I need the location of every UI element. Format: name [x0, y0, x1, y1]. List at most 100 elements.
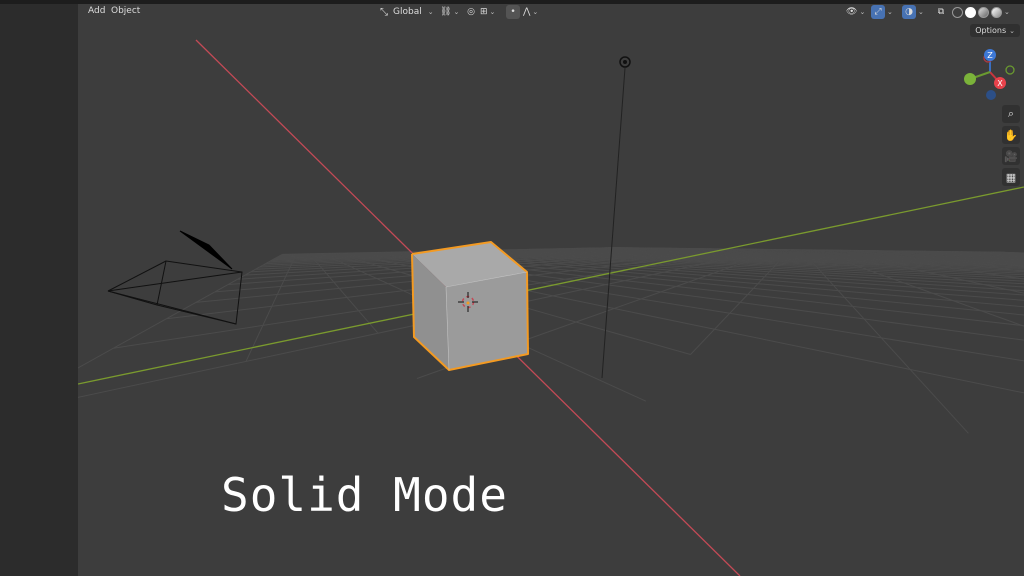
grid-line	[622, 252, 631, 255]
grid-line	[876, 253, 882, 255]
gizmo-toggle-icon: ⤢	[871, 5, 885, 19]
grid-line	[245, 306, 273, 362]
camera-object[interactable]	[107, 230, 243, 325]
grid-line	[904, 254, 912, 256]
grid-line	[783, 255, 785, 258]
grid-line	[931, 253, 940, 255]
grid-line	[977, 252, 988, 255]
pivot-point-icon: ⛓	[440, 7, 452, 17]
falloff-curve-icon: ⋀	[523, 7, 531, 17]
grid-line	[903, 252, 910, 254]
x-axis-label: X	[997, 79, 1003, 88]
grid-line	[881, 253, 887, 256]
grid-line	[939, 253, 948, 256]
navigation-gizmo[interactable]: Z X	[958, 46, 1022, 104]
chevron-down-icon: ⌄	[532, 8, 539, 16]
snap-target-dropdown[interactable]: ⊞ ⌄	[480, 5, 495, 19]
grid-line	[747, 253, 751, 255]
object-menu[interactable]: Object	[111, 6, 140, 16]
z-axis-label: Z	[987, 51, 993, 60]
grid-line	[1020, 278, 1024, 280]
proportional-falloff-dropdown[interactable]: ⋀ ⌄	[523, 5, 538, 19]
grid-line	[911, 254, 919, 257]
grid-line	[714, 328, 1024, 394]
zoom-button[interactable]: ⌕	[1002, 105, 1020, 123]
cube-object[interactable]	[411, 241, 529, 371]
grid-line	[823, 253, 826, 256]
grid-line	[997, 253, 1010, 256]
grid-line	[971, 253, 982, 255]
chevron-down-icon: ⌄	[427, 8, 434, 16]
viewport-header: Add Object ⤡ Global ⌄ ⛓ ⌄ ◎ ⊞ ⌄ • ⋀ ⌄ 👁 …	[78, 4, 1024, 22]
wireframe-shading-icon[interactable]	[952, 6, 963, 18]
grid-line	[940, 252, 948, 255]
grid-line	[752, 252, 755, 254]
3d-viewport[interactable]	[78, 4, 1024, 576]
chevron-down-icon: ⌄	[887, 8, 893, 16]
material-preview-shading-icon[interactable]	[978, 6, 989, 18]
options-label: Options	[975, 26, 1007, 35]
grid-line	[676, 252, 683, 255]
grid-line	[730, 252, 735, 255]
solid-shading-icon[interactable]	[965, 6, 976, 18]
grid-line	[825, 254, 828, 256]
xray-toggle[interactable]: ⧉	[934, 5, 948, 19]
grid-line	[662, 253, 670, 256]
grid-line	[947, 253, 956, 255]
object-origin	[466, 301, 470, 305]
add-menu[interactable]: Add	[88, 6, 105, 16]
grid-line	[819, 252, 822, 254]
grid-line	[727, 253, 732, 255]
neg-y-axis-icon[interactable]	[1005, 65, 1015, 75]
hand-pan-icon: ✋	[1004, 128, 1018, 142]
grid-line	[690, 312, 731, 355]
grid-line	[346, 297, 379, 334]
grid-line	[650, 252, 658, 254]
grid-line	[768, 252, 771, 255]
grid-line	[909, 252, 916, 255]
grid-line	[513, 303, 691, 355]
grid-line	[856, 252, 860, 255]
grid-line	[589, 254, 602, 257]
grid-line	[763, 254, 766, 256]
grid-line	[734, 252, 738, 254]
grid-line	[747, 294, 1023, 326]
grid-line	[844, 254, 848, 256]
gizmo-toggle[interactable]: ⤢ ⌄	[871, 5, 893, 19]
snap-increment-icon: ⊞	[480, 7, 488, 17]
chevron-down-icon: ⌄	[489, 8, 496, 16]
pan-button[interactable]: ✋	[1002, 126, 1020, 144]
grid-line	[922, 254, 930, 256]
grid-line	[612, 253, 623, 255]
camera-view-button[interactable]: 🎥	[1002, 147, 1020, 165]
grid-line	[847, 254, 852, 257]
grid-line	[271, 286, 282, 307]
grid-line	[78, 318, 167, 369]
perspective-grid-icon: ▦	[1005, 170, 1017, 184]
transform-orientation-dropdown[interactable]: ⤡ Global ⌄	[380, 5, 434, 19]
neg-z-axis-icon[interactable]	[986, 90, 996, 100]
y-axis-icon[interactable]	[964, 73, 976, 85]
proportional-editing-toggle[interactable]: •	[506, 5, 520, 19]
grid-line	[718, 254, 724, 257]
grid-line	[804, 253, 806, 255]
visibility-dropdown[interactable]: 👁 ⌄	[846, 5, 865, 19]
light-object[interactable]	[601, 56, 631, 379]
snap-toggle[interactable]: ◎	[464, 5, 478, 19]
grid-line	[614, 254, 626, 256]
options-dropdown[interactable]: Options ⌄	[970, 24, 1020, 37]
rendered-shading-icon[interactable]	[991, 6, 1002, 18]
grid-line	[628, 254, 639, 257]
grid-line	[634, 253, 643, 255]
grid-line	[957, 255, 968, 257]
perspective-toggle-button[interactable]: ▦	[1002, 168, 1020, 186]
grid-line	[955, 253, 966, 256]
chevron-down-icon: ⌄	[859, 8, 866, 16]
grid-line	[625, 253, 635, 256]
orientation-label: Global	[393, 7, 422, 17]
chevron-down-icon[interactable]: ⌄	[1004, 8, 1010, 16]
overlay-toggle[interactable]: ◑ ⌄	[902, 5, 924, 19]
pivot-point-dropdown[interactable]: ⛓ ⌄	[440, 5, 459, 19]
grid-line	[706, 253, 712, 256]
grid-line	[655, 253, 663, 255]
